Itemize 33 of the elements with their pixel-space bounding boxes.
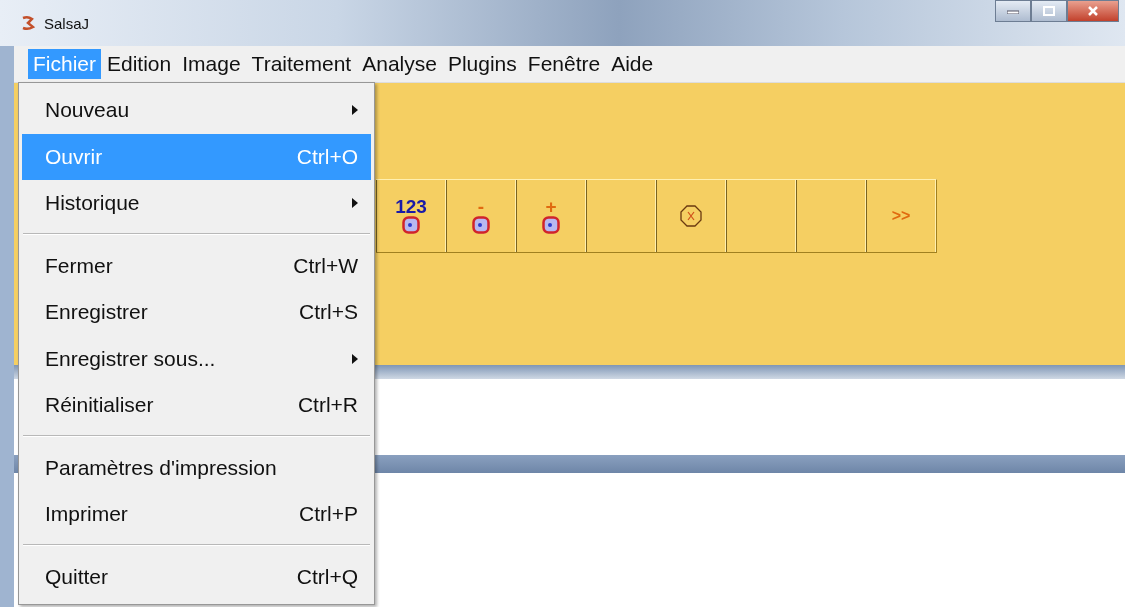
maximize-icon: [1043, 6, 1055, 16]
tool-label: -: [477, 198, 485, 216]
maximize-button[interactable]: [1031, 0, 1067, 22]
menu-item[interactable]: Enregistrer Ctrl+S: [19, 289, 374, 336]
tool-label: +: [545, 198, 557, 216]
menu-item[interactable]: Nouveau: [19, 87, 374, 134]
menu-title[interactable]: Traitement: [246, 49, 357, 79]
tool-button[interactable]: [656, 180, 726, 252]
menu-title[interactable]: Analyse: [357, 49, 442, 79]
window-title: SalsaJ: [44, 14, 90, 32]
menu-item[interactable]: Enregistrer sous...: [19, 335, 374, 382]
tool-label: 123: [395, 198, 427, 216]
menu-item[interactable]: Paramètres d'impression: [19, 444, 374, 491]
point-icon: [472, 216, 490, 234]
menu-item[interactable]: Historique: [19, 180, 374, 227]
menu-item[interactable]: Réinitialiser Ctrl+R: [19, 382, 374, 429]
point-icon: [542, 216, 560, 234]
menu-item[interactable]: Fermer Ctrl+W: [19, 242, 374, 289]
menu-title[interactable]: Plugins: [442, 49, 522, 79]
tool-button[interactable]: 123: [376, 180, 446, 252]
close-icon: [680, 205, 702, 227]
point-icon: [402, 216, 420, 234]
minimize-button[interactable]: [995, 0, 1031, 22]
menu-title[interactable]: Aide: [606, 49, 659, 79]
menu-title[interactable]: Edition: [102, 49, 177, 79]
close-icon: [1087, 6, 1099, 16]
close-button[interactable]: [1067, 0, 1119, 22]
menu-item[interactable]: Imprimer Ctrl+P: [19, 491, 374, 538]
minimize-icon: [1007, 8, 1019, 14]
app-logo-icon: [20, 15, 36, 31]
menu-title[interactable]: Fenêtre: [522, 49, 606, 79]
menu-item[interactable]: Quitter Ctrl+Q: [19, 553, 374, 600]
menu-title[interactable]: Image: [177, 49, 246, 79]
